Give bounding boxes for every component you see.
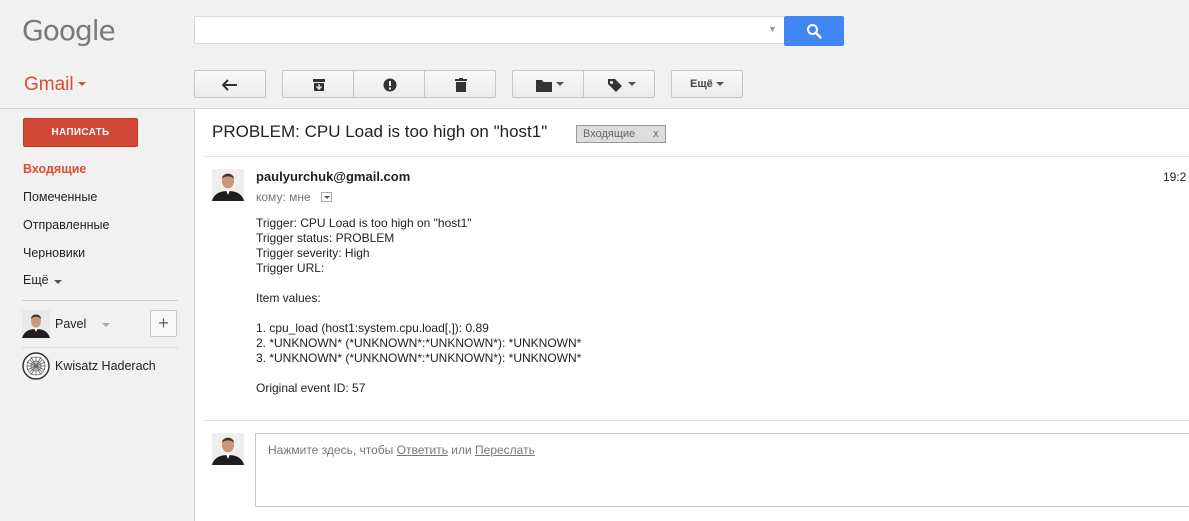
more-actions-button[interactable]: Ещё xyxy=(671,70,743,98)
body-line xyxy=(256,366,581,381)
reply-box[interactable]: Нажмите здесь, чтобы Ответить или Пересл… xyxy=(255,433,1189,507)
body-line: Trigger URL: xyxy=(256,261,325,275)
avatar xyxy=(212,433,244,465)
sidebar-item-inbox[interactable]: Входящие xyxy=(23,162,86,176)
add-contact-button[interactable]: + xyxy=(150,310,177,337)
search-icon xyxy=(807,24,822,39)
folder-icon xyxy=(536,80,552,92)
back-arrow-icon xyxy=(222,79,237,91)
label-chip[interactable]: Входящие x xyxy=(576,125,666,143)
sender-email[interactable]: paulyurchuk@gmail.com xyxy=(256,169,410,184)
divider xyxy=(203,420,1189,421)
body-line: Trigger severity: High xyxy=(256,246,370,260)
chevron-down-icon xyxy=(556,82,564,86)
chevron-down-icon[interactable] xyxy=(102,323,110,327)
search-options-icon[interactable]: ▼ xyxy=(768,24,777,34)
reply-prompt-prefix: Нажмите здесь, чтобы xyxy=(268,443,397,457)
search-button[interactable] xyxy=(784,16,844,46)
avatar[interactable] xyxy=(212,169,244,201)
recipient-line: кому: мне xyxy=(256,190,311,204)
delete-button[interactable] xyxy=(424,70,496,98)
archive-icon xyxy=(313,79,325,91)
compose-button[interactable]: НАПИСАТЬ xyxy=(23,118,138,147)
reply-link[interactable]: Ответить xyxy=(397,443,448,457)
label-tag-icon xyxy=(608,79,622,92)
sidebar-item-sent[interactable]: Отправленные xyxy=(23,218,109,232)
chevron-down-icon[interactable] xyxy=(78,82,86,86)
body-line: Item values: xyxy=(256,291,321,305)
body-line: 3. *UNKNOWN* (*UNKNOWN*:*UNKNOWN*): *UNK… xyxy=(256,351,582,365)
body-line: Trigger status: PROBLEM xyxy=(256,231,395,245)
labels-button[interactable] xyxy=(583,70,655,98)
sidebar-item-more[interactable]: Ещё xyxy=(23,273,49,287)
trash-icon xyxy=(455,78,467,92)
chevron-down-icon xyxy=(628,82,636,86)
sidebar-item-starred[interactable]: Помеченные xyxy=(23,190,97,204)
back-button[interactable] xyxy=(194,70,266,98)
remove-label-button[interactable]: x xyxy=(653,126,659,142)
move-to-button[interactable] xyxy=(512,70,584,98)
spam-icon xyxy=(383,78,397,92)
chevron-down-icon xyxy=(324,196,330,199)
body-line xyxy=(256,306,581,321)
archive-button[interactable] xyxy=(282,70,354,98)
avatar[interactable] xyxy=(22,310,50,338)
divider xyxy=(203,156,1189,157)
chevron-down-icon xyxy=(716,82,724,86)
body-line: 1. cpu_load (host1:system.cpu.load[,]): … xyxy=(256,321,489,335)
contact-name[interactable]: Pavel xyxy=(55,317,86,331)
body-line xyxy=(256,276,581,291)
report-spam-button[interactable] xyxy=(353,70,425,98)
google-logo[interactable]: Google xyxy=(22,14,116,47)
sidebar-item-drafts[interactable]: Черновики xyxy=(23,246,85,260)
message-subject: PROBLEM: CPU Load is too high on "host1" xyxy=(212,122,548,141)
body-line: Original event ID: 57 xyxy=(256,381,366,395)
reply-prompt-middle: или xyxy=(447,443,476,457)
message-body: Trigger: CPU Load is too high on "host1"… xyxy=(256,216,581,396)
body-line: 2. *UNKNOWN* (*UNKNOWN*:*UNKNOWN*): *UNK… xyxy=(256,336,582,350)
sidebar-divider xyxy=(22,300,178,301)
avatar[interactable] xyxy=(22,352,50,380)
body-line: Trigger: CPU Load is too high on "host1" xyxy=(256,216,472,230)
contact-name[interactable]: Kwisatz Haderach xyxy=(55,359,156,373)
search-input[interactable] xyxy=(194,16,784,44)
more-actions-label: Ещё xyxy=(690,78,713,90)
message-time: 19:2 xyxy=(1163,170,1187,184)
show-details-button[interactable] xyxy=(321,192,332,202)
sidebar-divider xyxy=(22,347,178,348)
reply-prompt: Нажмите здесь, чтобы Ответить или Пересл… xyxy=(268,443,535,457)
gmail-menu-label[interactable]: Gmail xyxy=(24,74,74,96)
label-chip-text: Входящие xyxy=(583,128,636,140)
chevron-down-icon[interactable] xyxy=(54,280,62,284)
forward-link[interactable]: Переслать xyxy=(475,443,535,457)
